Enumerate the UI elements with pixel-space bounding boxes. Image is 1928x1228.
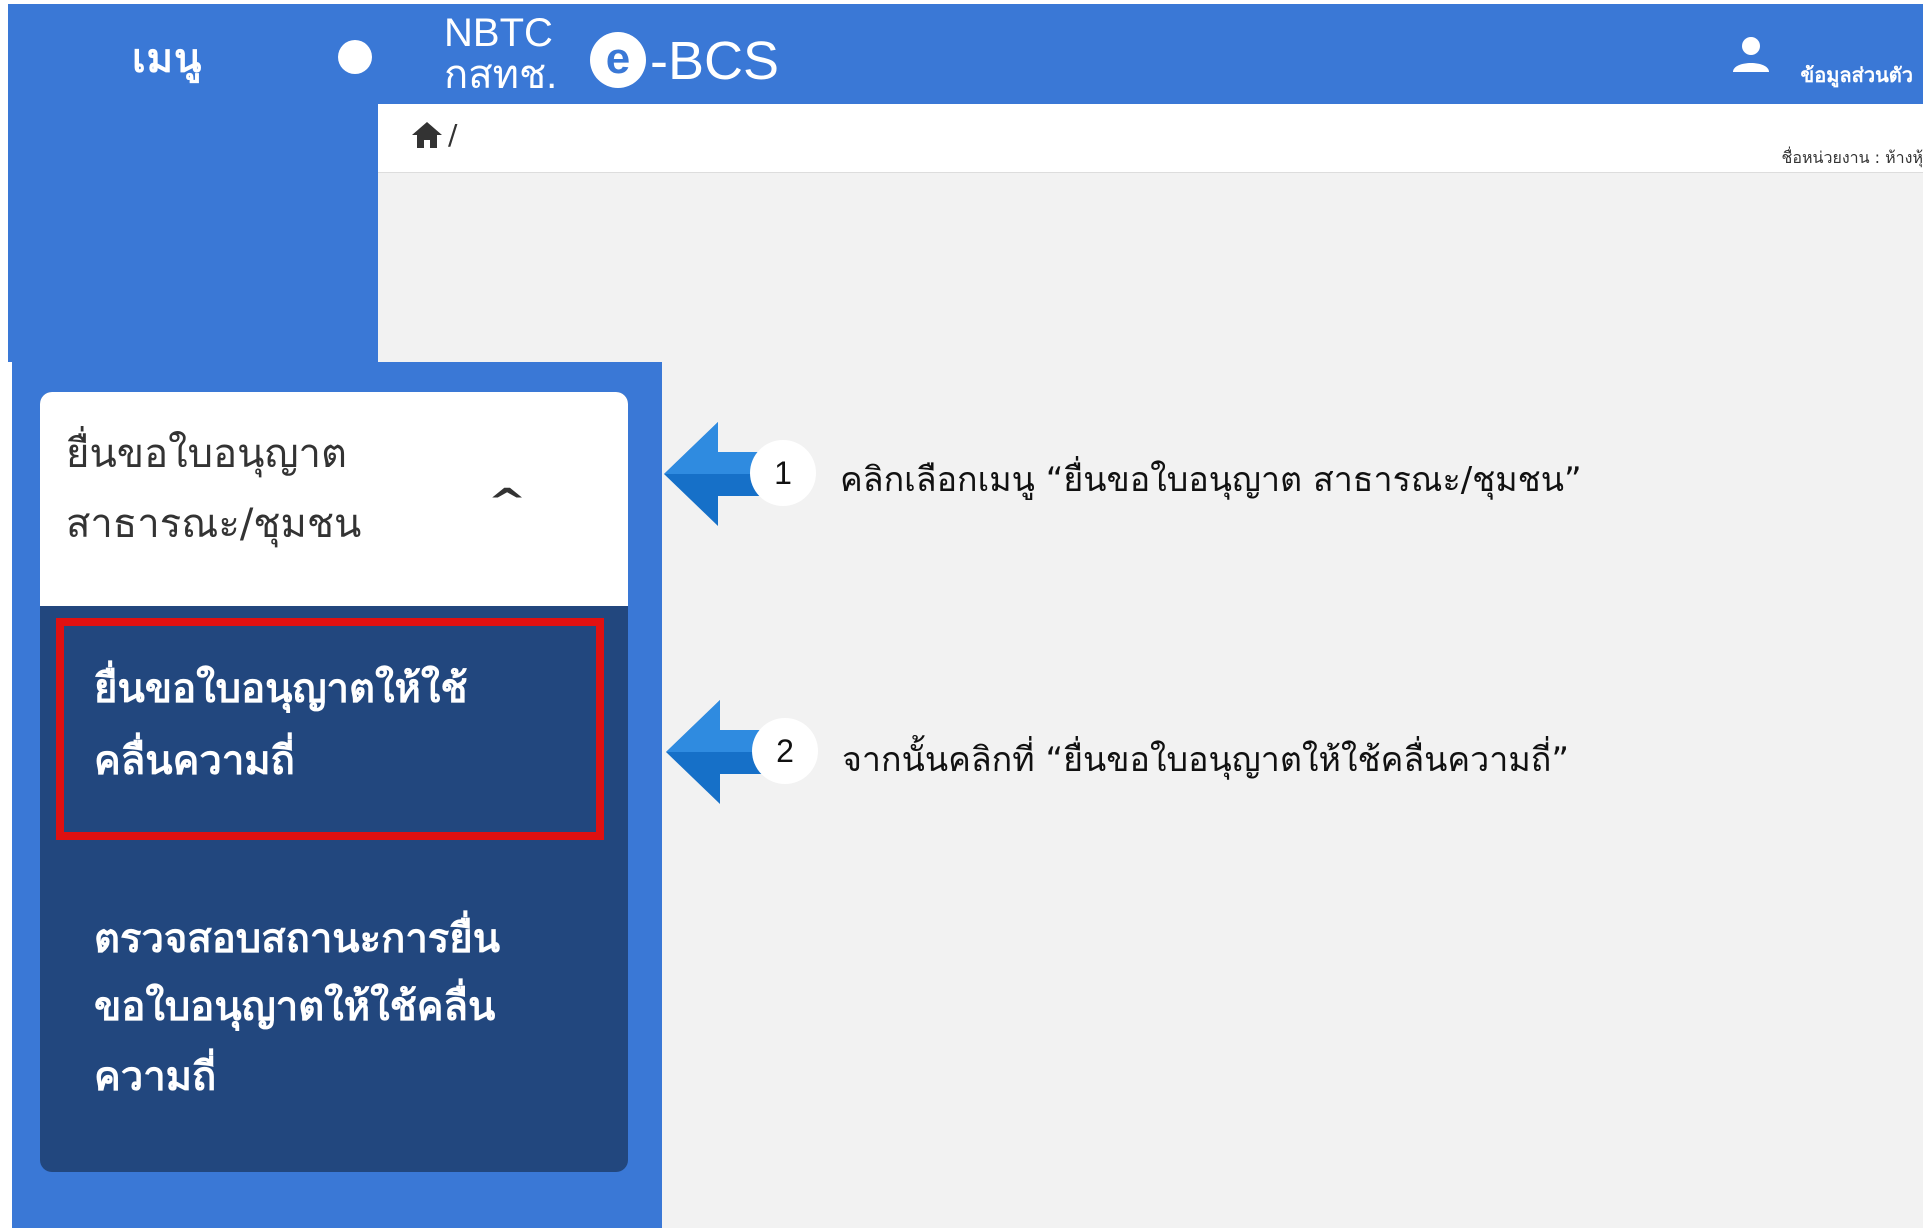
breadcrumb-separator: / bbox=[448, 118, 458, 151]
submenu-item-label-line2: คลื่นความถี่ bbox=[94, 738, 295, 784]
user-icon[interactable] bbox=[1731, 34, 1771, 78]
nbtc-logo: NBTC กสทช. bbox=[444, 12, 557, 96]
menu-toggle-button[interactable] bbox=[338, 40, 372, 74]
profile-link[interactable]: ข้อมูลส่วนตัว bbox=[1801, 59, 1913, 91]
submenu-item-label-line1: ตรวจสอบสถานะการยื่น bbox=[94, 916, 501, 962]
submenu-item-label-line1: ยื่นขอใบอนุญาตให้ใช้ bbox=[94, 666, 468, 712]
submenu-item-apply-frequency-license[interactable]: ยื่นขอใบอนุญาตให้ใช้ คลื่นความถี่ bbox=[56, 618, 604, 840]
menu-group-label-line2: สาธารณะ/ชุมชน bbox=[66, 501, 362, 547]
logo-nbtc-text: NBTC bbox=[444, 11, 553, 55]
submenu-item-label-line2: ขอใบอนุญาตให้ใช้คลื่น bbox=[94, 984, 496, 1030]
step-2-instruction: จากนั้นคลิกที่ “ยื่นขอใบอนุญาตให้ใช้คลื่… bbox=[842, 740, 1569, 780]
breadcrumb: / ชื่อหน่วยงาน : ห้างหุ้ bbox=[378, 104, 1923, 173]
content-area: / ชื่อหน่วยงาน : ห้างหุ้ bbox=[378, 104, 1923, 362]
home-icon[interactable] bbox=[410, 120, 444, 154]
ebcs-logo-text: -BCS bbox=[650, 31, 780, 91]
menu-group-label-line1: ยื่นขอใบอนุญาต bbox=[66, 431, 347, 477]
menu-label: เมนู bbox=[132, 36, 203, 82]
logo-thai-text: กสทช. bbox=[444, 53, 558, 97]
step-1-instruction: คลิกเลือกเมนู “ยื่นขอใบอนุญาต สาธารณะ/ชุ… bbox=[840, 460, 1582, 500]
agency-label: ชื่อหน่วยงาน : ห้างหุ้ bbox=[1781, 148, 1924, 167]
menu-group-public-community-license[interactable]: ยื่นขอใบอนุญาต สาธารณะ/ชุมชน ^ bbox=[40, 392, 628, 606]
sidebar: เมนู bbox=[8, 4, 378, 362]
submenu-item-label-line3: ความถี่ bbox=[94, 1054, 217, 1100]
step-number-2: 2 bbox=[752, 718, 818, 784]
chevron-up-icon[interactable]: ^ bbox=[487, 482, 526, 523]
ebcs-logo-icon: e bbox=[590, 32, 646, 88]
step-number-1: 1 bbox=[750, 440, 816, 506]
header-bar: NBTC กสทช. e -BCS ข้อมูลส่วนตัว bbox=[378, 4, 1923, 104]
